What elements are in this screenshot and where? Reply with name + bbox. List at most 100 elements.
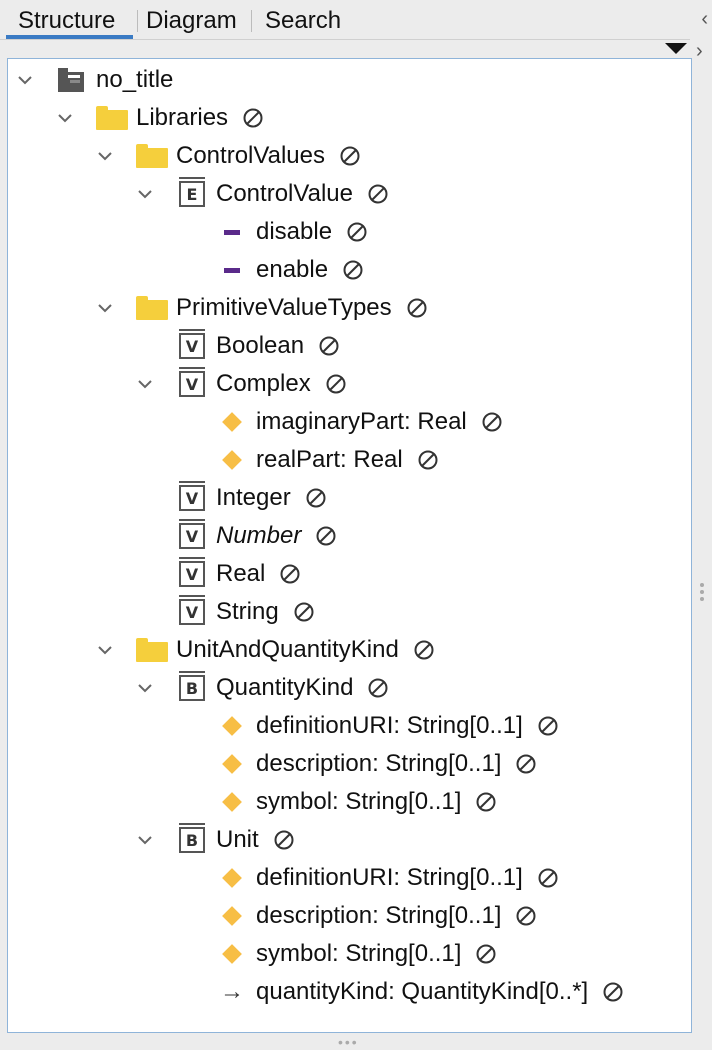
chevron-down-icon[interactable] [136,679,154,697]
property-icon [216,940,248,968]
property-icon [216,902,248,930]
tree-row[interactable]: definitionURI: String[0..1] [176,707,559,745]
tab-structure[interactable]: Structure [18,6,115,36]
ban-icon [475,791,497,813]
tree-item-label: Real [216,560,266,587]
tree-item-label: Unit [216,826,259,853]
folder-icon [136,636,168,664]
structure-tree-panel: no_title Libraries ControlValues E ControlVa… [7,58,692,1033]
property-icon [216,788,248,816]
value-type-icon: V [176,595,208,626]
tree-item-label: PrimitiveValueTypes [176,294,392,321]
chevron-down-icon[interactable] [96,147,114,165]
chevron-down-icon[interactable] [56,109,74,127]
tree-row[interactable]: enable [176,251,364,289]
tree-item-label: realPart: Real [256,446,403,473]
tree-item-label: symbol: String[0..1] [256,788,462,815]
tree-row[interactable]: E ControlValue [136,175,389,213]
tree-row[interactable]: UnitAndQuantityKind [96,631,435,669]
tab-bar-divider [0,39,690,40]
tree-item-label: Complex [216,370,311,397]
tree-row[interactable]: V Complex [136,365,347,403]
chevron-down-icon[interactable] [16,71,34,89]
ban-icon [537,715,559,737]
tree-item-label: disable [256,218,333,245]
value-type-icon: V [176,481,208,512]
view-menu-dropdown-icon[interactable] [665,43,687,54]
ban-icon [325,373,347,395]
reference-icon: → [220,978,244,1005]
tree-row[interactable]: V Number [136,517,337,555]
chevron-down-icon[interactable] [136,185,154,203]
tree-row[interactable]: → quantityKind: QuantityKind[0..*] [176,973,624,1011]
ban-icon [367,183,389,205]
chevron-down-icon[interactable] [96,299,114,317]
ban-icon [367,677,389,699]
chevron-down-icon[interactable] [96,641,114,659]
tab-diagram[interactable]: Diagram [146,6,237,36]
ban-icon [481,411,503,433]
tree-row[interactable]: symbol: String[0..1] [176,935,497,973]
ban-icon [305,487,327,509]
tree-item-label: imaginaryPart: Real [256,408,467,435]
chevron-down-icon[interactable] [136,375,154,393]
ban-icon [315,525,337,547]
tree-row[interactable]: B QuantityKind [136,669,389,707]
tab-separator [137,10,138,32]
ban-icon [279,563,301,585]
tree-item-label: Libraries [136,104,229,131]
tree-row[interactable]: description: String[0..1] [176,745,537,783]
tree-row[interactable]: V Real [136,555,301,593]
collapse-panel-icon[interactable]: ‹ [701,8,708,31]
ban-icon [406,297,428,319]
tree-row[interactable]: PrimitiveValueTypes [96,289,428,327]
tree-row[interactable]: definitionURI: String[0..1] [176,859,559,897]
folder-icon [96,104,128,132]
tree-row[interactable]: disable [176,213,368,251]
enumeration-icon: E [176,177,208,208]
value-type-icon: V [176,329,208,360]
tab-search[interactable]: Search [265,6,341,36]
tab-separator [251,10,252,32]
block-icon: B [176,823,208,854]
tree-row[interactable]: V Boolean [136,327,340,365]
ban-icon [475,943,497,965]
ban-icon [346,221,368,243]
value-type-icon: V [176,519,208,550]
tree-row[interactable]: symbol: String[0..1] [176,783,497,821]
value-type-icon: V [176,557,208,588]
tree-item-label: definitionURI: String[0..1] [256,712,523,739]
tree-row[interactable]: imaginaryPart: Real [176,403,503,441]
ban-icon [515,905,537,927]
ban-icon [342,259,364,281]
tree-row[interactable]: no_title [16,61,173,99]
ban-icon [339,145,361,167]
tree-item-label: enable [256,256,329,283]
tree-row[interactable]: B Unit [136,821,295,859]
tree-row[interactable]: description: String[0..1] [176,897,537,935]
chevron-down-icon[interactable] [136,831,154,849]
folder-icon [136,294,168,322]
expand-panel-icon[interactable]: › [696,40,703,63]
tree-item-label: String [216,598,279,625]
ban-icon [273,829,295,851]
bottom-resize-handle[interactable]: ••• [338,1034,359,1050]
tree-row[interactable]: Libraries [56,99,264,137]
tree-item-label: definitionURI: String[0..1] [256,864,523,891]
tree-row[interactable]: realPart: Real [176,441,439,479]
tree-item-label: UnitAndQuantityKind [176,636,399,663]
ban-icon [242,107,264,129]
property-icon [216,750,248,778]
ban-icon [515,753,537,775]
tree-item-label: Boolean [216,332,305,359]
tree-row[interactable]: ControlValues [96,137,361,175]
block-icon: B [176,671,208,702]
enum-literal-icon [216,256,248,284]
tree-row[interactable]: V Integer [136,479,327,517]
property-icon [216,712,248,740]
ban-icon [413,639,435,661]
resize-handle[interactable] [700,580,704,604]
tree-row[interactable]: V String [136,593,315,631]
ban-icon [318,335,340,357]
view-tab-bar: Structure Diagram Search ‹ [0,0,712,40]
